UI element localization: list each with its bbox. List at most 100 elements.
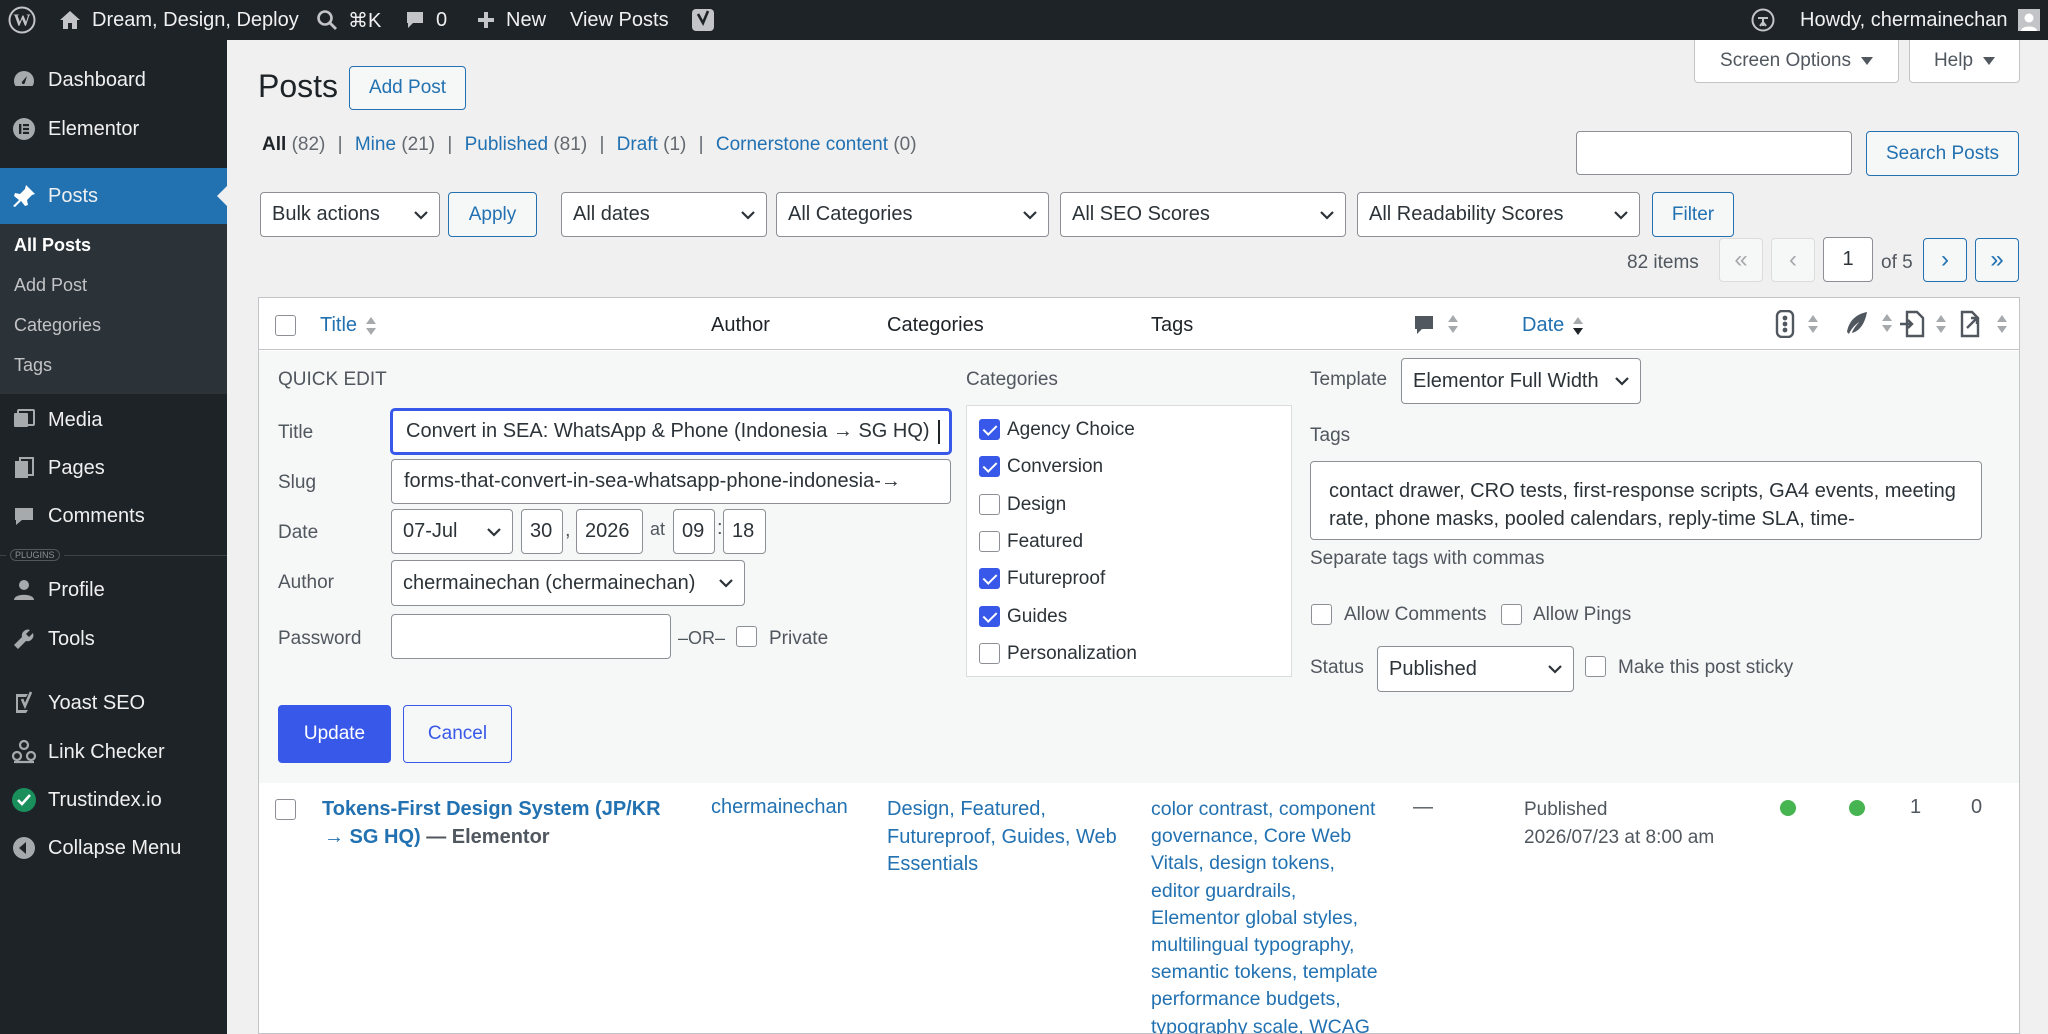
author-link[interactable]: chermainechan [711,796,848,819]
author-select[interactable]: chermainechan (chermainechan) [391,560,745,606]
year-input[interactable]: 2026 [576,509,643,554]
tag-link[interactable]: Core Web [1264,825,1351,847]
allow-comments-checkbox[interactable] [1311,604,1332,625]
column-title-header[interactable]: Title [320,314,377,337]
sidebar-item-media[interactable]: Media [0,396,227,444]
sticky-checkbox[interactable] [1585,656,1606,677]
site-name-link[interactable]: Dream, Design, Deploy [58,0,299,40]
current-page-input[interactable]: 1 [1823,237,1873,282]
tag-link[interactable]: typography scale, [1151,1016,1304,1034]
sidebar-item-comments[interactable]: Comments [0,492,227,540]
submenu-categories[interactable]: Categories [14,315,101,336]
category-checkbox-guides[interactable] [979,606,1000,627]
tag-link[interactable]: governance, [1151,825,1258,847]
row-checkbox[interactable] [275,799,296,820]
minute-input[interactable]: 18 [723,509,766,554]
tag-link[interactable]: editor guardrails, [1151,880,1296,902]
private-checkbox[interactable] [736,626,757,647]
submenu-tags[interactable]: Tags [14,355,52,376]
category-checkbox-futureproof[interactable] [979,568,1000,589]
view-cornerstone[interactable]: Cornerstone content (0) [716,134,917,155]
sidebar-item-elementor[interactable]: Elementor [0,105,227,153]
slug-input[interactable]: forms-that-convert-in-sea-whatsapp-phone… [391,459,951,504]
category-link[interactable]: Futureproof, [887,826,996,848]
search-input[interactable] [1576,131,1852,175]
new-content-link[interactable]: New [476,0,546,40]
screen-options-button[interactable]: Screen Options [1694,40,1899,83]
month-select[interactable]: 07-Jul [391,509,513,554]
sidebar-item-trustindex[interactable]: Trustindex.io [0,776,227,824]
next-page-button[interactable]: › [1923,238,1967,282]
category-checkbox-personalization[interactable] [979,643,1000,664]
tag-link[interactable]: design tokens, [1209,852,1335,874]
apply-button[interactable]: Apply [448,192,537,237]
categories-filter-select[interactable]: All Categories [776,192,1049,237]
tag-link[interactable]: template [1303,961,1378,983]
tags-textarea[interactable]: contact drawer, CRO tests, first-respons… [1310,461,1982,540]
password-input[interactable] [391,614,671,659]
accessibility-search-icon[interactable] [1750,0,1776,40]
tag-link[interactable]: color contrast, [1151,798,1273,820]
category-link[interactable]: Guides, [1002,826,1071,848]
tag-link[interactable]: WCAG [1309,1016,1370,1034]
tag-link[interactable]: performance budgets, [1151,988,1341,1010]
title-input[interactable]: Convert in SEA: WhatsApp & Phone (Indone… [391,409,951,454]
category-link[interactable]: Featured, [960,798,1046,820]
day-input[interactable]: 30 [521,509,563,554]
sidebar-item-pages[interactable]: Pages [0,444,227,492]
tag-link[interactable]: component [1279,798,1375,820]
submenu-all-posts[interactable]: All Posts [14,235,91,256]
submenu-add-post[interactable]: Add Post [14,275,87,296]
column-outgoing-links-header[interactable] [1960,310,2008,338]
tag-link[interactable]: multilingual typography, [1151,934,1354,956]
category-checkbox-design[interactable] [979,494,1000,515]
yoast-icon[interactable] [690,0,716,40]
readability-filter-select[interactable]: All Readability Scores [1357,192,1640,237]
user-account-menu[interactable]: Howdy, chermainechan [1800,0,2040,40]
tag-link[interactable]: Vitals, [1151,852,1204,874]
view-all[interactable]: All (82) [262,134,325,155]
dates-filter-select[interactable]: All dates [561,192,767,237]
select-all-checkbox[interactable] [275,315,296,336]
category-checkbox-featured[interactable] [979,531,1000,552]
help-button[interactable]: Help [1909,40,2020,83]
sidebar-item-yoast-seo[interactable]: Yoast SEO [0,679,227,727]
category-link[interactable]: Essentials [887,853,978,875]
sidebar-item-profile[interactable]: Profile [0,566,227,614]
command-palette-button[interactable]: ⌘K [316,0,381,40]
category-checkbox-conversion[interactable] [979,456,1000,477]
comments-link[interactable]: 0 [404,0,447,40]
category-link[interactable]: Design, [887,798,955,820]
column-readability-header[interactable] [1843,310,1893,336]
view-draft[interactable]: Draft (1) [617,134,687,155]
tag-link[interactable]: Elementor global styles, [1151,907,1358,929]
filter-button[interactable]: Filter [1652,192,1734,237]
bulk-actions-select[interactable]: Bulk actions [260,192,440,237]
status-select[interactable]: Published [1377,646,1574,692]
hour-input[interactable]: 09 [673,509,715,554]
category-checkbox-agency-choice[interactable] [979,419,1000,440]
sidebar-item-posts[interactable]: Posts [0,168,227,224]
column-date-header[interactable]: Date [1522,314,1584,337]
last-page-button[interactable]: » [1975,238,2019,282]
sidebar-item-tools[interactable]: Tools [0,615,227,663]
column-internal-links-header[interactable] [1899,310,1947,338]
view-posts-link[interactable]: View Posts [570,0,669,40]
add-post-button[interactable]: Add Post [349,66,466,110]
template-select[interactable]: Elementor Full Width [1401,358,1641,404]
view-mine[interactable]: Mine (21) [355,134,435,155]
column-seo-header[interactable] [1775,310,1819,338]
wordpress-logo-icon[interactable]: W [8,0,36,40]
sidebar-item-link-checker[interactable]: Link Checker [0,728,227,776]
update-button[interactable]: Update [278,705,391,763]
seo-score-filter-select[interactable]: All SEO Scores [1060,192,1346,237]
cancel-button[interactable]: Cancel [403,705,512,763]
column-comments-header[interactable] [1413,314,1459,336]
sidebar-item-dashboard[interactable]: Dashboard [0,56,227,104]
category-link[interactable]: Web [1076,826,1117,848]
tag-link[interactable]: semantic tokens, [1151,961,1297,983]
collapse-menu-button[interactable]: Collapse Menu [0,824,227,872]
view-published[interactable]: Published (81) [465,134,588,155]
search-posts-button[interactable]: Search Posts [1866,131,2019,176]
allow-pings-checkbox[interactable] [1501,604,1522,625]
